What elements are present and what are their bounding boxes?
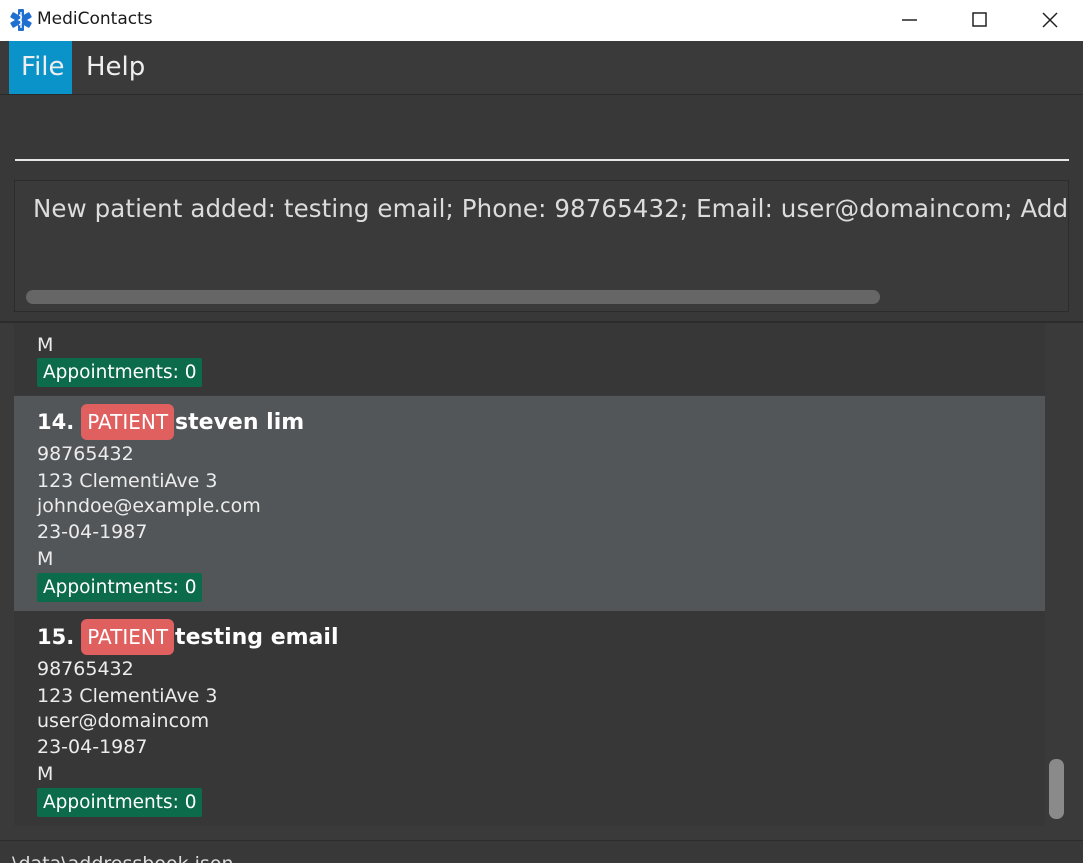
- command-input[interactable]: [15, 95, 1069, 161]
- patient-email: johndoe@example.com: [37, 495, 261, 517]
- patient-gender: M: [37, 334, 54, 356]
- patient-index: 15.: [37, 625, 75, 649]
- appointments-tag: Appointments: 0: [37, 788, 203, 817]
- horizontal-scrollbar[interactable]: [26, 290, 880, 304]
- patient-dob: 23-04-1987: [37, 736, 148, 758]
- menu-bar: File Help: [0, 41, 1083, 95]
- maximize-icon: [972, 12, 987, 27]
- patient-index: 14.: [37, 410, 75, 434]
- patient-gender: M: [37, 548, 54, 570]
- patient-gender: M: [37, 763, 54, 785]
- result-message: New patient added: testing email; Phone:…: [33, 194, 1069, 223]
- patient-name: steven lim: [175, 409, 305, 435]
- status-bar: .\data\addressbook.json: [0, 840, 1083, 863]
- medical-star-icon: [10, 9, 32, 31]
- patient-name-line: 15. PATIENT testing email: [37, 619, 338, 655]
- menu-file[interactable]: File: [9, 41, 72, 94]
- patient-address: 123 ClementiAve 3: [37, 685, 218, 707]
- patient-address: 123 ClementiAve 3: [37, 470, 218, 492]
- minimize-icon: [902, 19, 917, 21]
- appointments-tag: Appointments: 0: [37, 573, 203, 602]
- result-display: New patient added: testing email; Phone:…: [14, 180, 1069, 312]
- minimize-button[interactable]: [875, 0, 945, 41]
- maximize-button[interactable]: [945, 0, 1015, 41]
- vertical-scrollbar[interactable]: [1049, 759, 1064, 819]
- appointments-tag: Appointments: 0: [37, 358, 203, 387]
- data-file-path: .\data\addressbook.json: [6, 853, 233, 863]
- patient-phone: 98765432: [37, 658, 134, 680]
- patient-phone: 98765432: [37, 443, 134, 465]
- window-title: MediContacts: [37, 9, 153, 29]
- patient-card[interactable]: M Appointments: 0: [14, 323, 1045, 395]
- patient-role-tag: PATIENT: [81, 404, 175, 440]
- patient-role-tag: PATIENT: [81, 619, 175, 655]
- patient-email: user@domaincom: [37, 710, 210, 732]
- title-bar: MediContacts: [0, 0, 1083, 41]
- menu-help[interactable]: Help: [74, 41, 157, 94]
- patient-name-line: 14. PATIENT steven lim: [37, 404, 304, 440]
- patient-list[interactable]: M Appointments: 0 14. PATIENT steven lim…: [0, 323, 1083, 840]
- close-button[interactable]: [1015, 0, 1083, 41]
- patient-dob: 23-04-1987: [37, 521, 148, 543]
- patient-card[interactable]: 15. PATIENT testing email 98765432 123 C…: [14, 611, 1045, 826]
- close-icon: [1042, 12, 1058, 28]
- command-box: [0, 95, 1083, 175]
- patient-name: testing email: [175, 624, 339, 650]
- patient-card-selected[interactable]: 14. PATIENT steven lim 98765432 123 Clem…: [14, 396, 1045, 611]
